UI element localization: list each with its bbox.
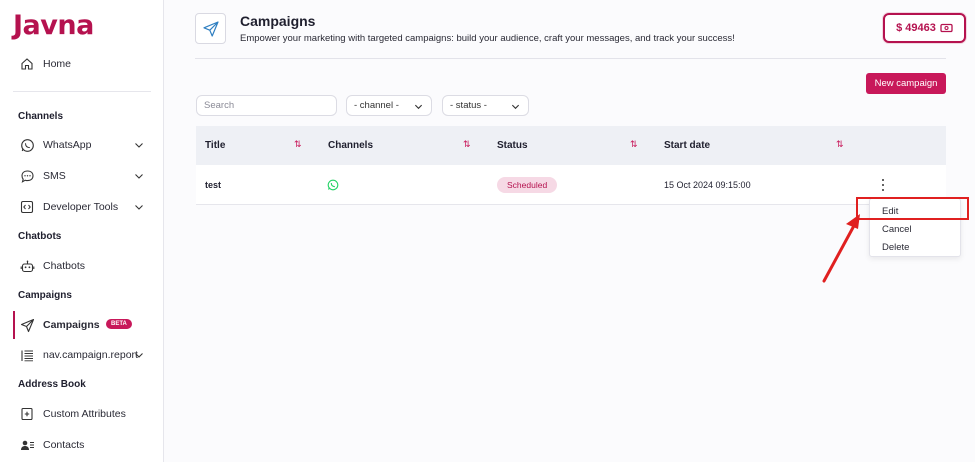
- column-header-channels[interactable]: Channels: [328, 140, 373, 151]
- start-date: 15 Oct 2024 09:15:00: [664, 180, 751, 190]
- section-campaigns: Campaigns: [18, 290, 72, 301]
- column-header-title[interactable]: Title: [205, 140, 225, 151]
- row-actions-menu-icon[interactable]: [880, 179, 886, 191]
- list-report-icon: [19, 347, 35, 363]
- sidebar-item-label: Developer Tools: [43, 201, 119, 213]
- section-chatbots: Chatbots: [18, 231, 62, 242]
- sidebar-item-label: nav.campaign.report: [43, 349, 138, 361]
- sort-icon[interactable]: ⇅: [463, 140, 471, 150]
- campaign-title: test: [205, 180, 222, 190]
- sidebar-item-label: WhatsApp: [43, 139, 92, 151]
- sidebar-item-whatsapp[interactable]: WhatsApp: [0, 133, 164, 157]
- chevron-down-icon[interactable]: [134, 171, 144, 181]
- status-filter-value: - status -: [450, 100, 487, 111]
- table-row[interactable]: test Scheduled 15 Oct 2024 09:15:00: [196, 165, 946, 205]
- sort-icon[interactable]: ⇅: [836, 140, 844, 150]
- home-icon: [19, 56, 35, 72]
- sidebar-item-chatbots[interactable]: Chatbots: [0, 254, 164, 278]
- whatsapp-outline-icon: [19, 137, 35, 153]
- paper-plane-icon: [19, 317, 35, 333]
- chevron-down-icon[interactable]: [134, 350, 144, 360]
- custom-attributes-icon: [19, 406, 35, 422]
- channel-filter-select[interactable]: - channel -: [346, 95, 432, 116]
- whatsapp-icon: [327, 179, 339, 194]
- page-subtitle: Empower your marketing with targeted cam…: [240, 33, 735, 44]
- sidebar-divider: [13, 91, 151, 92]
- sort-icon[interactable]: ⇅: [294, 140, 302, 150]
- chat-bubble-icon: [19, 168, 35, 184]
- search-input[interactable]: [196, 95, 337, 116]
- javna-logo[interactable]: Javna: [13, 10, 94, 41]
- channel-filter-value: - channel -: [354, 100, 399, 111]
- sidebar-item-label: Chatbots: [43, 260, 86, 272]
- sidebar-item-home[interactable]: Home: [0, 52, 164, 76]
- column-header-status[interactable]: Status: [497, 140, 528, 151]
- status-filter-select[interactable]: - status -: [442, 95, 529, 116]
- sidebar-item-campaign-report[interactable]: nav.campaign.report: [0, 343, 164, 367]
- section-address-book: Address Book: [18, 379, 86, 390]
- contacts-icon: [19, 437, 35, 453]
- table-header: Title ⇅ Channels ⇅ Status ⇅ Start date ⇅: [196, 126, 946, 165]
- beta-badge: BETA: [106, 319, 132, 329]
- chevron-down-icon: [511, 104, 520, 110]
- sidebar: Javna Home Channels WhatsApp SMS Develop…: [0, 0, 164, 462]
- new-campaign-button[interactable]: New campaign: [866, 73, 946, 94]
- sidebar-item-label: Custom Attributes: [43, 408, 126, 420]
- sidebar-item-custom-attributes[interactable]: Custom Attributes: [0, 402, 164, 426]
- column-header-start-date[interactable]: Start date: [664, 140, 710, 151]
- menu-item-cancel[interactable]: Cancel: [882, 224, 912, 235]
- status-badge: Scheduled: [497, 177, 558, 193]
- chevron-down-icon: [414, 104, 423, 110]
- section-channels: Channels: [18, 111, 64, 122]
- sidebar-item-developer-tools[interactable]: Developer Tools: [0, 195, 164, 219]
- sidebar-item-contacts[interactable]: Contacts: [0, 433, 164, 457]
- chevron-down-icon[interactable]: [134, 202, 144, 212]
- balance-amount: $ 49463: [896, 22, 936, 34]
- sort-icon[interactable]: ⇅: [630, 140, 638, 150]
- header-divider: [195, 58, 946, 59]
- annotation-highlight-box: [856, 197, 969, 220]
- sidebar-item-label: Home: [43, 58, 72, 70]
- campaigns-header-icon: [195, 13, 226, 44]
- code-icon: [19, 199, 35, 215]
- chevron-down-icon[interactable]: [134, 140, 144, 150]
- sidebar-item-label: Contacts: [43, 439, 85, 451]
- robot-icon: [19, 258, 35, 274]
- paper-plane-icon: [202, 20, 219, 37]
- menu-item-delete[interactable]: Delete: [882, 242, 909, 253]
- sidebar-item-label: SMS: [43, 170, 66, 182]
- sidebar-item-label: Campaigns: [43, 319, 100, 331]
- sidebar-item-sms[interactable]: SMS: [0, 164, 164, 188]
- sidebar-item-campaigns[interactable]: Campaigns BETA: [0, 311, 164, 339]
- balance-badge[interactable]: $ 49463: [883, 13, 966, 43]
- money-icon: [940, 23, 953, 33]
- page-title: Campaigns: [240, 13, 316, 29]
